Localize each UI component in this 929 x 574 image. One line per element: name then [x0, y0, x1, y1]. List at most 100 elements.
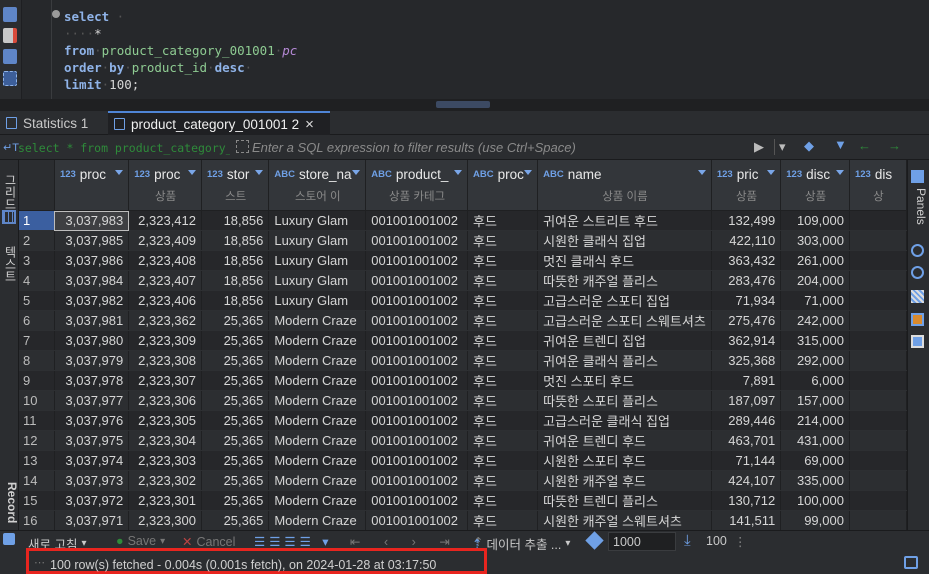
table-cell[interactable]: 귀여운 트렌디 집업	[537, 330, 712, 351]
sql-editor[interactable]: select · ····* from·product_category_00100…	[0, 0, 929, 99]
table-row[interactable]: 10 3,037,977 2,323,306 25,365 Modern Craze 00…	[19, 390, 907, 411]
table-cell[interactable]: 422,110	[711, 230, 782, 251]
table-cell[interactable]: 후드	[467, 310, 539, 331]
back-arrow-icon[interactable]: ←	[858, 138, 871, 153]
table-cell[interactable]: 후드	[467, 490, 539, 511]
table-cell[interactable]: 3,037,971	[54, 510, 130, 530]
table-cell[interactable]: 고급스러운 클래식 집업	[537, 410, 712, 431]
table-cell[interactable]: 귀여운 클래식 플리스	[537, 350, 712, 371]
save-button[interactable]: ● Save ▾	[116, 534, 165, 548]
row-number[interactable]: 4	[19, 270, 55, 291]
table-cell[interactable]: 3,037,984	[54, 270, 130, 291]
table-cell[interactable]: 후드	[467, 230, 539, 251]
row-number[interactable]: 16	[19, 510, 55, 530]
table-cell[interactable]: Luxury Glam	[268, 290, 367, 311]
table-cell[interactable]: 시원한 캐주얼 스웨트셔츠	[537, 510, 712, 530]
table-cell[interactable]: 후드	[467, 450, 539, 471]
tab-statistics[interactable]: Statistics 1	[0, 111, 104, 135]
table-cell[interactable]: 130,712	[711, 490, 782, 511]
table-cell[interactable]: 7,891	[711, 370, 782, 391]
table-cell[interactable]: 3,037,986	[54, 250, 130, 271]
table-cell[interactable]: 303,000	[780, 230, 850, 251]
record-view-tab[interactable]: Record	[0, 482, 19, 523]
code-line[interactable]: from·product_category_001001·pc	[64, 42, 297, 59]
table-cell[interactable]: 132,499	[711, 210, 782, 231]
table-cell[interactable]: 3,037,981	[54, 310, 130, 331]
sort-arrow-icon[interactable]	[524, 170, 533, 175]
filter-icon[interactable]: ▼	[834, 137, 847, 152]
metadata-icon[interactable]	[911, 313, 924, 326]
table-cell[interactable]: Modern Craze	[268, 510, 367, 530]
panels-tab[interactable]: Panels	[909, 188, 928, 225]
table-cell[interactable]: 3,037,983	[54, 210, 130, 231]
row-number[interactable]: 9	[19, 370, 55, 391]
table-cell[interactable]: 3,037,974	[54, 450, 130, 471]
row-number[interactable]: 10	[19, 390, 55, 411]
fetch-size-icon[interactable]	[585, 531, 604, 550]
table-cell[interactable]	[849, 290, 907, 311]
code-line[interactable]: select ·	[64, 8, 297, 25]
eraser-icon[interactable]: ◆	[804, 138, 814, 154]
table-cell[interactable]	[849, 270, 907, 291]
sort-arrow-icon[interactable]	[352, 170, 361, 175]
splitter-grip[interactable]	[436, 101, 490, 108]
table-cell[interactable]: 3,037,985	[54, 230, 130, 251]
table-cell[interactable]: 001001001002	[365, 270, 468, 291]
column-header[interactable]: 123 disc 상품	[780, 160, 850, 211]
table-cell[interactable]: 283,476	[711, 270, 782, 291]
table-cell[interactable]: 2,323,362	[128, 310, 202, 331]
table-cell[interactable]: 99,000	[780, 510, 850, 530]
row-number[interactable]: 14	[19, 470, 55, 491]
table-cell[interactable]: 멋진 스포티 후드	[537, 370, 712, 391]
sort-arrow-icon[interactable]	[767, 170, 776, 175]
sort-arrow-icon[interactable]	[115, 170, 124, 175]
table-row[interactable]: 3 3,037,986 2,323,408 18,856 Luxury Glam 0010…	[19, 250, 907, 271]
row-number[interactable]: 6	[19, 310, 55, 331]
table-cell[interactable]	[849, 330, 907, 351]
table-cell[interactable]	[849, 390, 907, 411]
table-cell[interactable]: 001001001002	[365, 470, 468, 491]
table-cell[interactable]: 후드	[467, 410, 539, 431]
table-cell[interactable]: 후드	[467, 290, 539, 311]
table-cell[interactable]: Luxury Glam	[268, 230, 367, 251]
table-cell[interactable]: 204,000	[780, 270, 850, 291]
row-number[interactable]: 13	[19, 450, 55, 471]
table-cell[interactable]: 242,000	[780, 310, 850, 331]
table-cell[interactable]: 후드	[467, 330, 539, 351]
table-cell[interactable]: 18,856	[201, 250, 270, 271]
table-cell[interactable]: 335,000	[780, 470, 850, 491]
table-cell[interactable]: 001001001002	[365, 290, 468, 311]
table-cell[interactable]: 2,323,406	[128, 290, 202, 311]
table-row[interactable]: 6 3,037,981 2,323,362 25,365 Modern Craze 001…	[19, 310, 907, 331]
table-cell[interactable]: 후드	[467, 270, 539, 291]
table-cell[interactable]	[849, 310, 907, 331]
table-cell[interactable]: 275,476	[711, 310, 782, 331]
execute-script-icon[interactable]	[3, 28, 17, 43]
table-row[interactable]: 12 3,037,975 2,323,304 25,365 Modern Craze 00…	[19, 430, 907, 451]
table-cell[interactable]: 3,037,980	[54, 330, 130, 351]
table-cell[interactable]: 214,000	[780, 410, 850, 431]
table-cell[interactable]: 2,323,304	[128, 430, 202, 451]
code-line[interactable]: order·by·product_id·desc·	[64, 59, 297, 76]
table-cell[interactable]: 463,701	[711, 430, 782, 451]
tab-product-category[interactable]: product_category_001001 2 ×	[108, 111, 330, 135]
table-cell[interactable]: 71,000	[780, 290, 850, 311]
table-row[interactable]: 1 3,037,983 2,323,412 18,856 Luxury Glam 0010…	[19, 210, 907, 231]
table-cell[interactable]: 2,323,412	[128, 210, 202, 231]
table-cell[interactable]: 289,446	[711, 410, 782, 431]
toolbar-more-icon[interactable]: ⋮	[734, 534, 747, 549]
text-view-tab[interactable]: 텍스트	[0, 246, 19, 282]
table-row[interactable]: 5 3,037,982 2,323,406 18,856 Luxury Glam 0010…	[19, 290, 907, 311]
row-number[interactable]: 2	[19, 230, 55, 251]
table-cell[interactable]: 3,037,978	[54, 370, 130, 391]
table-cell[interactable]: 따뜻한 스포티 플리스	[537, 390, 712, 411]
table-cell[interactable]: 25,365	[201, 450, 270, 471]
table-cell[interactable]: 25,365	[201, 470, 270, 491]
column-header[interactable]: ABC store_na 스토어 이	[268, 160, 367, 211]
table-cell[interactable]: 18,856	[201, 210, 270, 231]
table-cell[interactable]: 325,368	[711, 350, 782, 371]
column-header[interactable]: 123 proc 상품	[128, 160, 202, 211]
column-header[interactable]: 123 dis 상	[849, 160, 907, 211]
table-cell[interactable]: 후드	[467, 510, 539, 530]
table-cell[interactable]: 3,037,973	[54, 470, 130, 491]
